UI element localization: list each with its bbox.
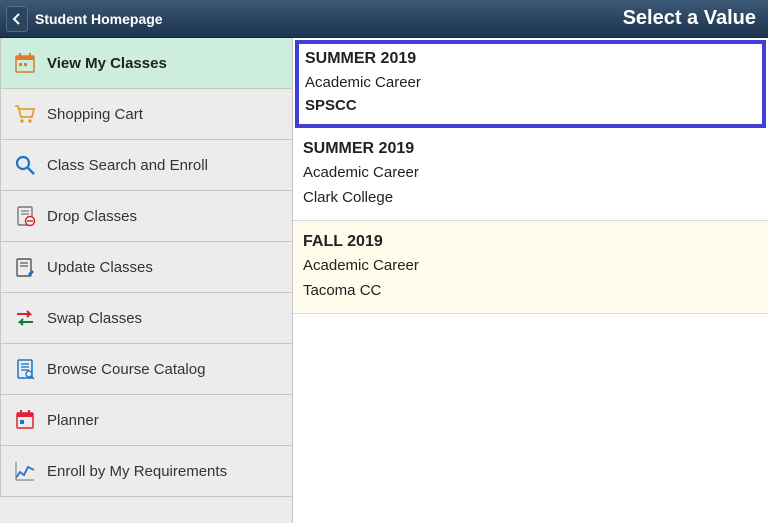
nav-label: Browse Course Catalog (47, 361, 205, 378)
nav-label: Swap Classes (47, 310, 142, 327)
catalog-icon (13, 357, 37, 381)
nav-shopping-cart[interactable]: Shopping Cart (0, 89, 292, 140)
back-navigation[interactable]: Student Homepage (6, 6, 163, 32)
nav-label: Shopping Cart (47, 106, 143, 123)
planner-icon (13, 408, 37, 432)
term-school: Clark College (303, 189, 758, 206)
nav-browse-catalog[interactable]: Browse Course Catalog (0, 344, 292, 395)
term-title: SUMMER 2019 (305, 50, 756, 68)
cart-icon (13, 102, 37, 126)
nav-label: Drop Classes (47, 208, 137, 225)
search-icon (13, 153, 37, 177)
term-career: Academic Career (303, 162, 758, 183)
swap-icon (13, 306, 37, 330)
term-card[interactable]: FALL 2019 Academic Career Tacoma CC (293, 221, 768, 314)
nav-label: Update Classes (47, 259, 153, 276)
nav-view-my-classes[interactable]: View My Classes (0, 38, 292, 89)
term-school: SPSCC (305, 97, 756, 114)
term-card-selected[interactable]: SUMMER 2019 Academic Career SPSCC (295, 40, 766, 128)
back-button[interactable] (6, 6, 28, 32)
nav-enroll-requirements[interactable]: Enroll by My Requirements (0, 446, 292, 497)
term-card[interactable]: SUMMER 2019 Academic Career Clark Colleg… (293, 128, 768, 221)
page-header: Student Homepage Select a Value (0, 0, 768, 38)
nav-label: Class Search and Enroll (47, 157, 208, 174)
term-career: Academic Career (305, 72, 756, 93)
nav-drop-classes[interactable]: Drop Classes (0, 191, 292, 242)
nav-update-classes[interactable]: Update Classes (0, 242, 292, 293)
nav-label: View My Classes (47, 55, 167, 72)
term-list: SUMMER 2019 Academic Career SPSCC SUMMER… (293, 38, 768, 523)
back-label: Student Homepage (32, 11, 163, 27)
term-school: Tacoma CC (303, 282, 758, 299)
drop-icon (13, 204, 37, 228)
page-title: Select a Value (623, 7, 756, 30)
nav-label: Planner (47, 412, 99, 429)
nav-swap-classes[interactable]: Swap Classes (0, 293, 292, 344)
nav-class-search-enroll[interactable]: Class Search and Enroll (0, 140, 292, 191)
nav-planner[interactable]: Planner (0, 395, 292, 446)
term-career: Academic Career (303, 255, 758, 276)
calendar-icon (13, 51, 37, 75)
update-icon (13, 255, 37, 279)
sidebar-nav: View My Classes Shopping Cart Class Sear… (0, 38, 293, 523)
term-title: SUMMER 2019 (303, 140, 758, 158)
chevron-left-icon (12, 13, 22, 25)
requirements-icon (13, 459, 37, 483)
nav-label: Enroll by My Requirements (47, 463, 227, 480)
term-title: FALL 2019 (303, 233, 758, 251)
